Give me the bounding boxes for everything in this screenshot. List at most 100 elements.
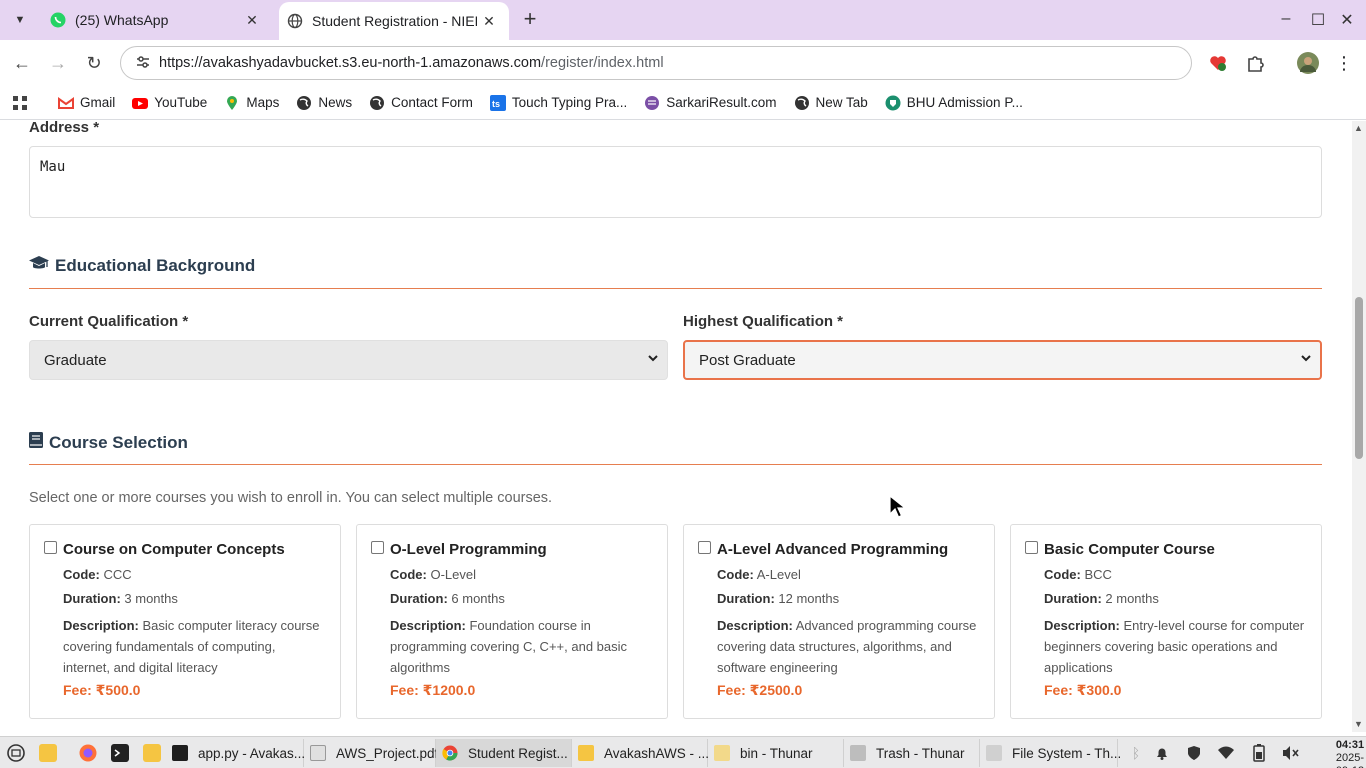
bookmark-sarkari-result[interactable]: SarkariResult.com <box>644 95 777 111</box>
course-checkbox[interactable] <box>1025 541 1038 554</box>
page-scrollbar[interactable]: ▲ ▼ <box>1352 121 1366 732</box>
course-title: Basic Computer Course <box>1044 541 1215 558</box>
desktop-icon[interactable] <box>39 744 57 762</box>
whisker-menu-icon[interactable] <box>7 744 25 762</box>
page-content: Address * Mau Educational Background Cur… <box>0 121 1352 732</box>
bookmark-gmail[interactable]: Gmail <box>58 95 115 111</box>
task-app-py[interactable]: app.py - Avakas... <box>166 739 305 767</box>
file-manager-icon[interactable] <box>143 744 161 762</box>
course-duration: Duration: 2 months <box>1044 591 1159 606</box>
notification-bell-icon[interactable] <box>1152 743 1172 763</box>
scroll-down-icon[interactable]: ▼ <box>1354 719 1363 729</box>
chevron-down-icon: ▼ <box>14 14 26 26</box>
terminal-icon[interactable] <box>111 744 129 762</box>
volume-muted-icon[interactable] <box>1281 743 1301 763</box>
shield-icon[interactable] <box>1184 743 1204 763</box>
close-icon[interactable]: ✕ <box>477 13 501 30</box>
bookmark-label: BHU Admission P... <box>906 95 1023 110</box>
firefox-icon[interactable] <box>79 744 97 762</box>
course-code: Code: A-Level <box>717 567 801 582</box>
tab-whatsapp[interactable]: (25) WhatsApp ✕ <box>40 0 272 40</box>
course-description: Description: Foundation course in progra… <box>390 618 628 675</box>
course-hint-text: Select one or more courses you wish to e… <box>29 490 553 506</box>
course-checkbox[interactable] <box>371 541 384 554</box>
book-icon <box>29 432 43 453</box>
battery-icon[interactable] <box>1249 743 1269 763</box>
highest-qualification-select[interactable]: Post Graduate <box>683 340 1322 380</box>
task-student-registration[interactable]: Student Regist... <box>436 739 572 767</box>
course-title: A-Level Advanced Programming <box>717 541 949 558</box>
wifi-icon[interactable] <box>1216 743 1236 763</box>
bluetooth-icon[interactable]: ᛒ <box>1126 743 1146 763</box>
folder-icon <box>578 745 594 761</box>
bookmark-label: New Tab <box>815 95 868 110</box>
menu-icon[interactable]: ⋮ <box>1332 51 1356 75</box>
task-aws-project-pdf[interactable]: AWS_Project.pdf <box>304 739 438 767</box>
course-card-o-level[interactable]: O-Level Programming Code: O-Level Durati… <box>356 524 668 719</box>
bookmark-new-tab[interactable]: New Tab <box>794 95 868 111</box>
scroll-up-icon[interactable]: ▲ <box>1354 123 1363 133</box>
profile-avatar[interactable] <box>1296 51 1320 75</box>
maps-pin-icon <box>224 95 240 111</box>
course-duration: Duration: 12 months <box>717 591 840 606</box>
close-icon[interactable]: ✕ <box>240 12 264 29</box>
os-taskbar: app.py - Avakas... AWS_Project.pdf Stude… <box>0 736 1366 768</box>
browser-tab-strip: ▼ (25) WhatsApp ✕ Student Registration -… <box>0 0 1366 40</box>
course-title: Course on Computer Concepts <box>63 541 285 558</box>
close-window-icon[interactable]: ✕ <box>1337 10 1357 30</box>
new-tab-button[interactable]: + <box>518 8 542 32</box>
current-qualification-label: Current Qualification * <box>29 313 189 330</box>
clock-time: 04:31 <box>1335 739 1365 751</box>
task-trash-thunar[interactable]: Trash - Thunar <box>844 739 980 767</box>
tab-search-button[interactable]: ▼ <box>6 6 34 34</box>
tab-student-registration[interactable]: Student Registration - NIELIT ✕ <box>279 2 509 40</box>
bookmark-contact-form[interactable]: Contact Form <box>369 95 473 111</box>
bookmark-touch-typing[interactable]: ts Touch Typing Pra... <box>489 94 628 111</box>
bookmark-bhu-admission[interactable]: BHU Admission P... <box>885 95 1023 111</box>
bookmark-label: SarkariResult.com <box>666 95 777 110</box>
drive-icon <box>986 745 1002 761</box>
course-code: Code: O-Level <box>390 567 476 582</box>
minimize-icon[interactable]: – <box>1276 10 1296 28</box>
task-file-system[interactable]: File System - Th... <box>980 739 1121 767</box>
course-code: Code: BCC <box>1044 567 1112 582</box>
arrow-left-icon: ← <box>13 53 31 73</box>
maximize-icon[interactable]: ☐ <box>1308 10 1328 30</box>
url-host: https://avakashyadavbucket.s3.eu-north-1… <box>159 55 542 71</box>
chevron-down-icon <box>1300 352 1312 367</box>
arrow-right-icon: → <box>49 53 67 73</box>
apps-icon[interactable] <box>12 95 28 111</box>
scroll-thumb[interactable] <box>1355 297 1363 459</box>
globe-icon <box>369 95 385 111</box>
bookmark-maps[interactable]: Maps <box>224 95 279 111</box>
address-label: Address * <box>29 121 100 136</box>
course-checkbox[interactable] <box>698 541 711 554</box>
heart-extension-icon[interactable] <box>1206 51 1230 75</box>
task-avakash-aws[interactable]: AvakashAWS - ... <box>572 739 709 767</box>
course-card-a-level[interactable]: A-Level Advanced Programming Code: A-Lev… <box>683 524 995 719</box>
course-checkbox[interactable] <box>44 541 57 554</box>
bookmark-news[interactable]: News <box>296 95 352 111</box>
back-button[interactable]: ← <box>10 51 34 75</box>
address-bar[interactable]: https://avakashyadavbucket.s3.eu-north-1… <box>120 46 1192 80</box>
current-qualification-select[interactable]: Graduate <box>29 340 668 380</box>
bookmark-label: News <box>318 95 353 110</box>
bhu-shield-icon <box>885 95 901 111</box>
course-description: Description: Advanced programming course… <box>717 618 977 675</box>
bookmark-label: Touch Typing Pra... <box>511 95 628 110</box>
bookmark-youtube[interactable]: YouTube <box>132 95 207 111</box>
address-textarea[interactable]: Mau <box>29 146 1322 218</box>
forward-button[interactable]: → <box>46 51 70 75</box>
globe-icon <box>296 95 312 111</box>
site-info-icon[interactable] <box>135 54 151 73</box>
course-card-bcc[interactable]: Basic Computer Course Code: BCC Duration… <box>1010 524 1322 719</box>
globe-icon <box>794 95 810 111</box>
gmail-icon <box>58 95 74 111</box>
extensions-icon[interactable] <box>1243 51 1267 75</box>
reload-button[interactable]: ↻ <box>82 51 106 75</box>
task-bin-thunar[interactable]: bin - Thunar <box>708 739 844 767</box>
clock[interactable]: 04:31 2025-09-13 <box>1334 739 1366 768</box>
section-title: Educational Background <box>55 255 256 275</box>
course-card-ccc[interactable]: Course on Computer Concepts Code: CCC Du… <box>29 524 341 719</box>
whatsapp-icon <box>50 12 66 28</box>
